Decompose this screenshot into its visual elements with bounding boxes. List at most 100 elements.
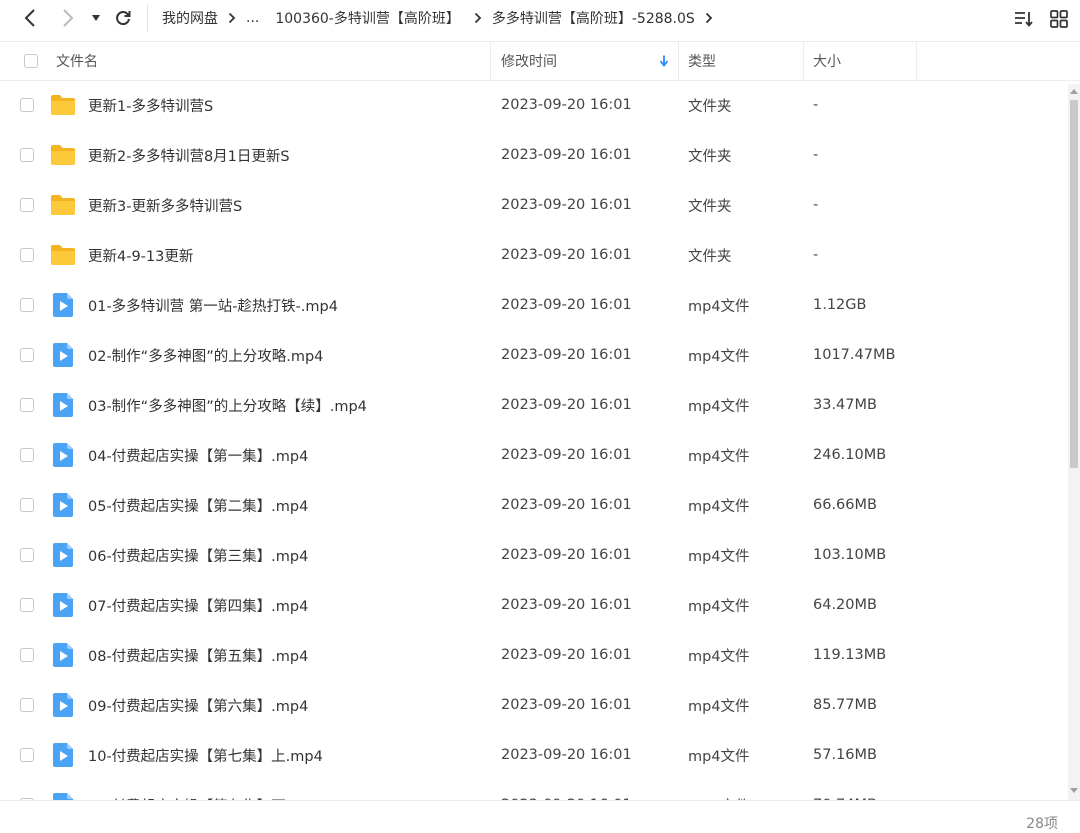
video-file-icon [49,392,77,418]
file-row[interactable]: 01-多多特训营 第一站-趁热打铁-.mp4 2023-09-20 16:01 mp… [0,280,1068,330]
chevron-left-icon [24,9,35,27]
file-row[interactable]: 09-付费起店实操【第六集】.mp4 2023-09-20 16:01 mp4文件 8… [0,680,1068,730]
breadcrumb-root[interactable]: 我的网盘 [162,8,218,28]
file-row[interactable]: 08-付费起店实操【第五集】.mp4 2023-09-20 16:01 mp4文件 1… [0,630,1068,680]
file-row[interactable]: 05-付费起店实操【第二集】.mp4 2023-09-20 16:01 mp4文件 6… [0,480,1068,530]
column-divider [803,42,804,80]
row-checkbox[interactable] [20,148,34,162]
file-name[interactable]: 更新4-9-13更新 [88,230,193,280]
scroll-up-arrow-icon[interactable] [1069,86,1079,96]
file-name[interactable]: 05-付费起店实操【第二集】.mp4 [88,480,308,530]
file-name[interactable]: 06-付费起店实操【第三集】.mp4 [88,530,308,580]
sort-list-icon [1015,12,1033,27]
file-type: mp4文件 [688,548,750,565]
vertical-scrollbar[interactable] [1068,84,1080,800]
breadcrumb-current[interactable]: 多多特训营【高阶班】-5288.0S [492,8,695,28]
file-row[interactable]: 更新1-多多特训营S 2023-09-20 16:01 文件夹 - [0,80,1068,130]
refresh-button[interactable] [112,6,134,30]
row-checkbox[interactable] [20,698,34,712]
row-checkbox[interactable] [20,348,34,362]
file-name[interactable]: 03-制作“多多神图”的上分攻略【续】.mp4 [88,380,367,430]
file-size: 1.12GB [813,297,867,313]
row-checkbox[interactable] [20,248,34,262]
file-name[interactable]: 更新3-更新多多特训营S [88,180,242,230]
row-checkbox[interactable] [20,298,34,312]
file-row[interactable]: 02-制作“多多神图”的上分攻略.mp4 2023-09-20 16:01 mp4文… [0,330,1068,380]
chevron-right-icon [63,9,74,27]
file-row[interactable]: 06-付费起店实操【第三集】.mp4 2023-09-20 16:01 mp4文件 1… [0,530,1068,580]
file-row[interactable]: 更新4-9-13更新 2023-09-20 16:01 文件夹 - [0,230,1068,280]
select-all-checkbox[interactable] [24,54,38,68]
file-size: - [813,197,819,213]
file-type: mp4文件 [688,348,750,365]
sort-descending-icon [659,55,669,71]
modified-time: 2023-09-20 16:01 [501,97,632,113]
row-checkbox[interactable] [20,498,34,512]
video-file-icon [49,792,77,800]
scrollbar-thumb[interactable] [1070,100,1078,468]
row-checkbox[interactable] [20,548,34,562]
column-divider [678,42,679,80]
video-file-icon [49,642,77,668]
toolbar: 我的网盘 ... 100360-多特训营【高阶班】 多多特训营【高阶班】-528… [0,0,1080,40]
file-name[interactable]: 更新1-多多特训营S [88,80,213,130]
file-row[interactable]: 更新2-多多特训营8月1日更新S 2023-09-20 16:01 文件夹 - [0,130,1068,180]
sort-button[interactable] [1013,8,1035,30]
row-checkbox[interactable] [20,98,34,112]
video-file-icon [49,342,77,368]
file-name[interactable]: 09-付费起店实操【第六集】.mp4 [88,680,308,730]
row-checkbox[interactable] [20,748,34,762]
modified-time: 2023-09-20 16:01 [501,697,632,713]
row-checkbox[interactable] [20,198,34,212]
video-file-icon [49,292,77,318]
breadcrumb-separator-icon [228,12,236,24]
file-name[interactable]: 08-付费起店实操【第五集】.mp4 [88,630,308,680]
file-type: 文件夹 [688,248,732,265]
row-checkbox[interactable] [20,648,34,662]
file-name[interactable]: 11-付费起店实操【第七集】下.mp4 [88,780,323,801]
file-type: 文件夹 [688,148,732,165]
item-count: 28项 [1026,816,1058,832]
breadcrumb-parent[interactable]: 100360-多特训营【高阶班】 [275,8,460,28]
file-row[interactable]: 07-付费起店实操【第四集】.mp4 2023-09-20 16:01 mp4文件 6… [0,580,1068,630]
video-file-icon [49,492,77,518]
column-time-label: 修改时间 [501,54,557,70]
file-type: 文件夹 [688,198,732,215]
modified-time: 2023-09-20 16:01 [501,297,632,313]
modified-time: 2023-09-20 16:01 [501,447,632,463]
row-checkbox[interactable] [20,598,34,612]
file-name[interactable]: 04-付费起店实操【第一集】.mp4 [88,430,308,480]
file-size: 119.13MB [813,647,887,663]
scroll-down-arrow-icon[interactable] [1069,786,1079,796]
column-type[interactable]: 类型 [688,42,716,80]
file-row[interactable]: 04-付费起店实操【第一集】.mp4 2023-09-20 16:01 mp4文件 2… [0,430,1068,480]
file-name[interactable]: 更新2-多多特训营8月1日更新S [88,130,290,180]
file-name[interactable]: 10-付费起店实操【第七集】上.mp4 [88,730,323,780]
column-name[interactable]: 文件名 [56,42,98,80]
column-time[interactable]: 修改时间 [501,42,677,80]
grid-view-button[interactable] [1048,8,1070,30]
modified-time: 2023-09-20 16:01 [501,197,632,213]
video-file-icon [49,692,77,718]
back-button[interactable] [18,6,42,30]
grid-view-icon [1050,10,1068,28]
file-name[interactable]: 07-付费起店实操【第四集】.mp4 [88,580,308,630]
file-list: 更新1-多多特训营S 2023-09-20 16:01 文件夹 - 更新2-多多特训营8… [0,80,1068,800]
file-row[interactable]: 更新3-更新多多特训营S 2023-09-20 16:01 文件夹 - [0,180,1068,230]
forward-button[interactable] [56,6,80,30]
breadcrumb-ellipsis[interactable]: ... [246,10,259,26]
file-type: mp4文件 [688,748,750,765]
file-row[interactable]: 10-付费起店实操【第七集】上.mp4 2023-09-20 16:01 mp4文件… [0,730,1068,780]
column-size[interactable]: 大小 [813,42,841,80]
row-checkbox[interactable] [20,448,34,462]
file-size: 85.77MB [813,697,877,713]
row-checkbox[interactable] [20,398,34,412]
file-row[interactable]: 03-制作“多多神图”的上分攻略【续】.mp4 2023-09-20 16:01 m… [0,380,1068,430]
history-dropdown-button[interactable] [89,6,103,30]
file-row[interactable]: 11-付费起店实操【第七集】下.mp4 2023-09-20 16:01 mp4文件… [0,780,1068,800]
file-name[interactable]: 02-制作“多多神图”的上分攻略.mp4 [88,330,323,380]
modified-time: 2023-09-20 16:01 [501,547,632,563]
file-name[interactable]: 01-多多特训营 第一站-趁热打铁-.mp4 [88,280,338,330]
file-size: 66.66MB [813,497,877,513]
column-divider [490,42,491,80]
